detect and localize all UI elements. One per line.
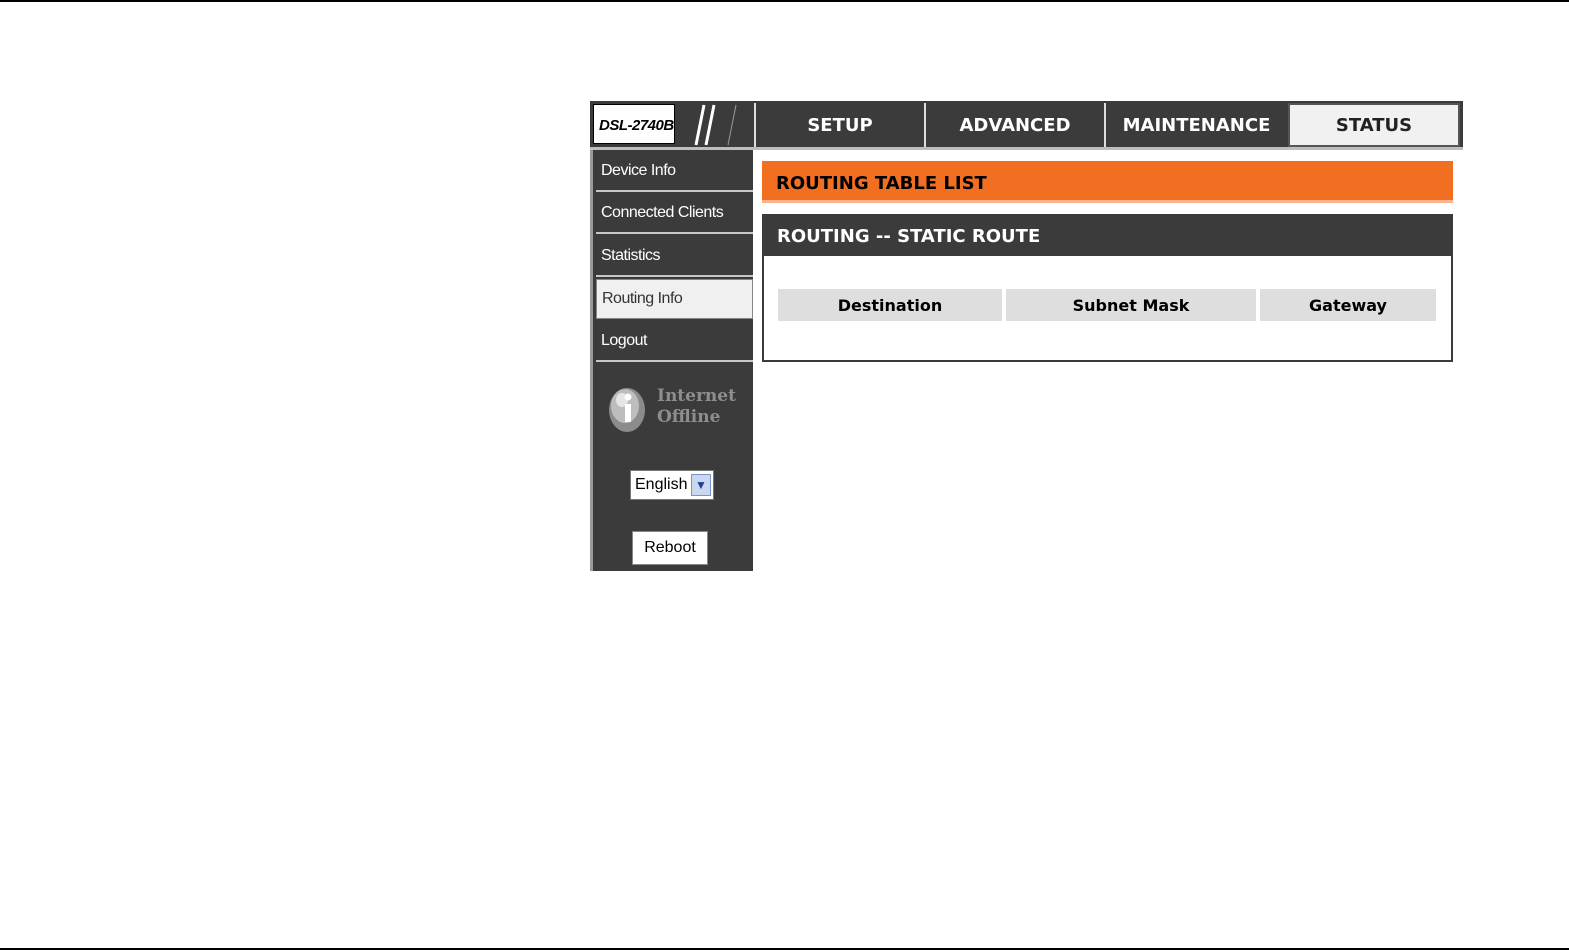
language-select[interactable]: English ▼ — [630, 470, 714, 500]
column-header-subnet-mask: Subnet Mask — [1006, 289, 1256, 321]
model-logo: DSL-2740B — [593, 104, 675, 144]
page-title-bar: ROUTING TABLE LIST — [762, 161, 1453, 203]
page-bottom-rule — [0, 948, 1569, 950]
page-title: ROUTING TABLE LIST — [776, 173, 987, 194]
sidebar-item-routing-info[interactable]: Routing Info — [596, 279, 753, 319]
tab-advanced[interactable]: ADVANCED — [924, 103, 1104, 147]
info-icon — [609, 388, 645, 432]
internet-status-line1: Internet — [657, 386, 736, 406]
router-web-ui: DSL-2740B SETUP ADVANCED MAINTENANCE STA… — [590, 101, 1463, 571]
sidebar-item-logout[interactable]: Logout — [596, 322, 753, 362]
page-top-rule — [0, 0, 1569, 2]
routing-table-header: Destination Subnet Mask Gateway — [778, 289, 1440, 321]
slash-decoration-icon — [694, 104, 737, 146]
column-header-gateway: Gateway — [1260, 289, 1436, 321]
model-name: DSL-2740B — [599, 117, 674, 134]
tab-maintenance[interactable]: MAINTENANCE — [1104, 103, 1287, 147]
column-header-destination: Destination — [778, 289, 1002, 321]
internet-status-text: Internet Offline — [657, 386, 736, 428]
top-navigation-bar: DSL-2740B SETUP ADVANCED MAINTENANCE STA… — [590, 101, 1463, 150]
section-title: ROUTING -- STATIC ROUTE — [777, 226, 1041, 247]
tab-setup[interactable]: SETUP — [754, 103, 924, 147]
sidebar-item-connected-clients[interactable]: Connected Clients — [596, 194, 753, 234]
section-header: ROUTING -- STATIC ROUTE — [764, 216, 1451, 256]
tab-status[interactable]: STATUS — [1288, 103, 1460, 147]
sidebar-item-device-info[interactable]: Device Info — [596, 152, 753, 192]
reboot-button[interactable]: Reboot — [632, 531, 708, 565]
chevron-down-icon[interactable]: ▼ — [691, 474, 711, 496]
internet-status-line2: Offline — [657, 407, 721, 427]
static-route-section: ROUTING -- STATIC ROUTE Destination Subn… — [762, 214, 1453, 362]
language-selected-value: English — [635, 476, 688, 493]
sidebar: Device Info Connected Clients Statistics… — [590, 150, 753, 571]
sidebar-item-statistics[interactable]: Statistics — [596, 237, 753, 277]
